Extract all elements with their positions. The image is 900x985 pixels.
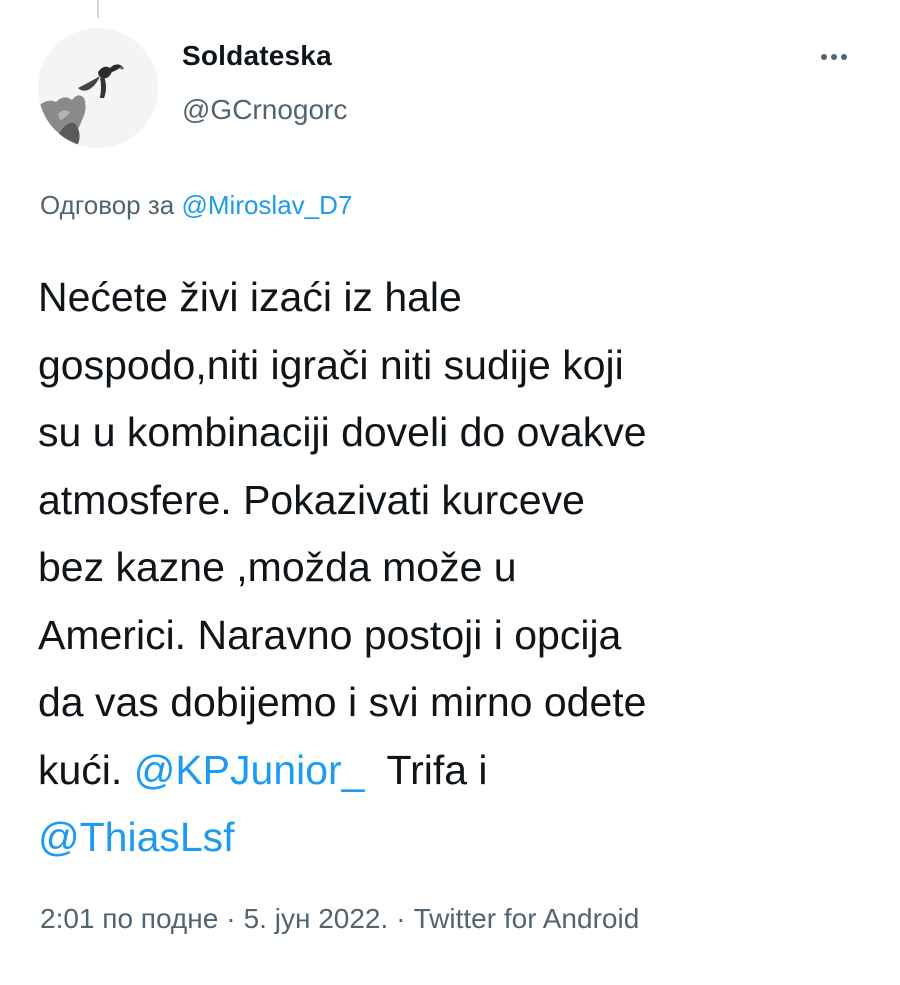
tweet-text-line: bez kazne ,možda može u <box>38 544 517 590</box>
reply-context: Одговор за @Miroslav_D7 <box>40 190 352 221</box>
user-handle[interactable]: @GCrnogorc <box>182 94 347 126</box>
avatar[interactable] <box>38 28 158 148</box>
tweet-text-fragment: Trifa i <box>364 746 488 793</box>
separator-dot: · <box>396 903 406 934</box>
thread-connector-line <box>97 0 99 18</box>
tweet-text-line: Nećete živi izaći iz hale <box>38 274 462 320</box>
tweet-metadata: 2:01 по подне · 5. јун 2022. · Twitter for A… <box>40 903 639 935</box>
tweet-text-line: kući. @KPJunior_ Trifa i <box>38 737 878 805</box>
tweet-text-line: da vas dobijemo i svi mirno odete <box>38 679 647 725</box>
tweet-text-fragment: kući. <box>38 746 134 793</box>
tweet-text-line: atmosfere. Pokazivati kurceve <box>38 476 585 523</box>
tweet-text-line: su u kombinaciji doveli do ovakve <box>38 409 647 455</box>
separator-dot: · <box>226 903 236 934</box>
mention-thiaslsf[interactable]: @ThiasLsf <box>38 814 235 860</box>
mention-kpjunior[interactable]: @KPJunior_ <box>134 747 365 793</box>
more-options-button[interactable] <box>812 42 856 72</box>
avatar-image <box>38 28 158 148</box>
tweet-text: Nećete živi izaći iz hale gospodo,niti i… <box>38 264 878 872</box>
tweet-date[interactable]: 5. јун 2022. <box>244 903 389 934</box>
reply-prefix: Одговор за <box>40 190 175 220</box>
reply-to-mention[interactable]: @Miroslav_D7 <box>181 190 352 220</box>
tweet-time[interactable]: 2:01 по подне <box>40 903 218 934</box>
display-name[interactable]: Soldateska <box>182 40 332 72</box>
more-horizontal-icon <box>821 54 847 60</box>
tweet-text-line: gospodo,niti igrači niti sudije koji <box>38 341 624 388</box>
tweet-text-line: @ThiasLsf <box>38 804 878 872</box>
tweet-source[interactable]: Twitter for Android <box>414 903 640 934</box>
tweet-text-line: Americi. Naravno postoji i opcija <box>38 611 622 658</box>
